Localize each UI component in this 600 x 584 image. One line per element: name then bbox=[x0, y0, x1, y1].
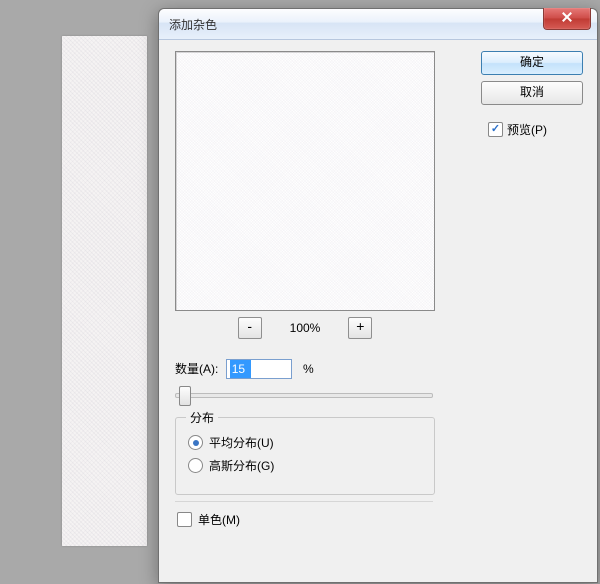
ok-button[interactable]: 确定 bbox=[481, 51, 583, 75]
dialog-title: 添加杂色 bbox=[169, 16, 217, 33]
amount-input[interactable]: 15 bbox=[226, 359, 292, 379]
distribution-option-uniform[interactable]: 平均分布(U) bbox=[188, 434, 434, 451]
radio-gaussian[interactable] bbox=[188, 458, 203, 473]
monochrome-checkbox[interactable] bbox=[177, 512, 192, 527]
amount-slider[interactable] bbox=[175, 385, 433, 403]
radio-uniform-label: 平均分布(U) bbox=[209, 434, 274, 451]
preview-checkbox-row[interactable]: 预览(P) bbox=[488, 121, 547, 138]
radio-uniform[interactable] bbox=[188, 435, 203, 450]
distribution-legend: 分布 bbox=[186, 409, 218, 426]
divider bbox=[175, 501, 433, 502]
zoom-value: 100% bbox=[265, 321, 345, 335]
radio-gaussian-label: 高斯分布(G) bbox=[209, 457, 274, 474]
add-noise-dialog: 添加杂色 - 100% + 确定 取消 预览(P) 数量(A): 15 % bbox=[158, 8, 598, 583]
slider-track bbox=[175, 393, 433, 398]
zoom-out-button[interactable]: - bbox=[238, 317, 262, 339]
zoom-controls: - 100% + bbox=[175, 317, 435, 341]
close-icon bbox=[562, 12, 572, 22]
titlebar[interactable]: 添加杂色 bbox=[159, 9, 597, 40]
distribution-option-gaussian[interactable]: 高斯分布(G) bbox=[188, 457, 434, 474]
amount-label: 数量(A): bbox=[175, 360, 218, 377]
amount-value: 15 bbox=[230, 360, 251, 378]
app-background bbox=[0, 0, 158, 584]
slider-thumb[interactable] bbox=[179, 386, 191, 406]
amount-row: 数量(A): 15 % bbox=[175, 359, 435, 379]
dialog-body: - 100% + 确定 取消 预览(P) 数量(A): 15 % 分布 bbox=[159, 39, 597, 582]
close-button[interactable] bbox=[543, 8, 591, 30]
zoom-in-button[interactable]: + bbox=[348, 317, 372, 339]
monochrome-row[interactable]: 单色(M) bbox=[177, 511, 240, 528]
preview-image bbox=[176, 52, 434, 310]
preview-checkbox-label: 预览(P) bbox=[507, 121, 547, 138]
cancel-button[interactable]: 取消 bbox=[481, 81, 583, 105]
monochrome-label: 单色(M) bbox=[198, 511, 240, 528]
canvas-document bbox=[62, 36, 147, 546]
distribution-fieldset: 分布 平均分布(U) 高斯分布(G) bbox=[175, 417, 435, 495]
preview-checkbox[interactable] bbox=[488, 122, 503, 137]
preview-panel[interactable] bbox=[175, 51, 435, 311]
amount-unit: % bbox=[303, 362, 314, 376]
